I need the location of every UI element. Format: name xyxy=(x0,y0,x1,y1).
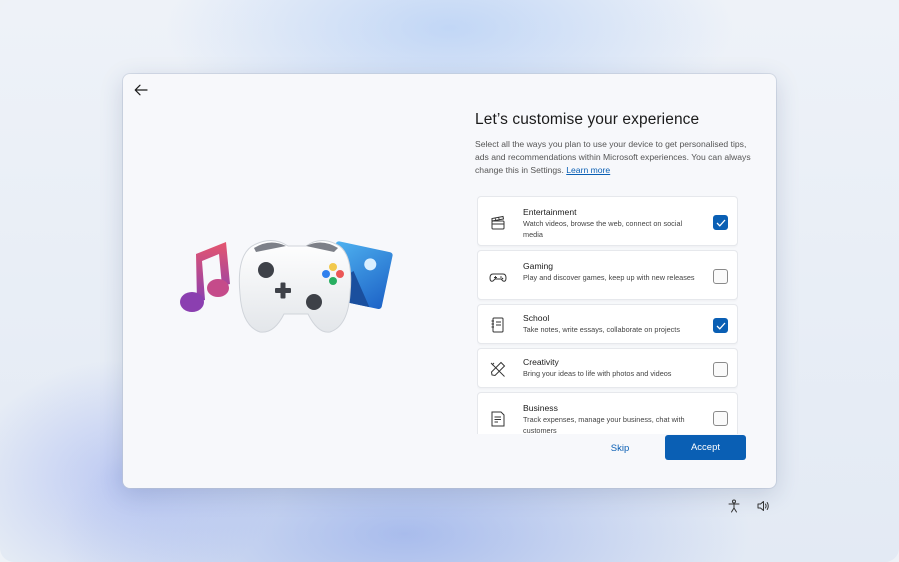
page-title: Let’s customise your experience xyxy=(475,111,700,128)
category-name: School xyxy=(523,313,550,323)
description-text: Select all the ways you plan to use your… xyxy=(475,139,751,175)
category-description: Take notes, write essays, collaborate on… xyxy=(523,325,680,334)
entertainment-checkbox[interactable] xyxy=(713,215,728,230)
skip-button[interactable]: Skip xyxy=(586,436,654,460)
category-description: Bring your ideas to life with photos and… xyxy=(523,369,672,378)
category-card-entertainment[interactable]: Entertainment Watch videos, browse the w… xyxy=(477,196,738,246)
category-description: Watch videos, browse the web, connect on… xyxy=(523,219,683,239)
hero-illustration xyxy=(180,240,393,333)
category-description: Track expenses, manage your business, ch… xyxy=(523,415,685,434)
category-card-gaming[interactable]: Gaming Play and discover games, keep up … xyxy=(477,250,738,300)
music-note-icon xyxy=(180,242,230,312)
category-card-business[interactable]: Business Track expenses, manage your bus… xyxy=(477,392,738,434)
page-description: Select all the ways you plan to use your… xyxy=(475,138,753,177)
category-name: Business xyxy=(523,403,558,413)
gamepad-icon xyxy=(489,273,507,282)
business-checkbox[interactable] xyxy=(713,411,728,426)
category-card-creativity[interactable]: Creativity Bring your ideas to life with… xyxy=(477,348,738,388)
back-arrow-icon xyxy=(134,84,148,96)
category-card-school[interactable]: School Take notes, write essays, collabo… xyxy=(477,304,738,344)
accessibility-icon[interactable] xyxy=(727,499,741,513)
pen-ruler-icon xyxy=(490,361,506,377)
clapperboard-icon xyxy=(491,215,505,230)
checkmark-icon xyxy=(716,219,725,227)
game-controller-icon xyxy=(238,240,352,333)
oobe-screen: Let’s customise your experience Select a… xyxy=(0,0,899,562)
category-name: Gaming xyxy=(523,261,554,271)
notebook-icon xyxy=(491,317,504,333)
volume-icon[interactable] xyxy=(756,499,770,513)
setup-dialog: Let’s customise your experience Select a… xyxy=(123,74,776,488)
school-checkbox[interactable] xyxy=(713,318,728,333)
gaming-checkbox[interactable] xyxy=(713,269,728,284)
checkmark-icon xyxy=(716,322,725,330)
back-button[interactable] xyxy=(130,81,152,99)
accept-button[interactable]: Accept xyxy=(665,435,746,460)
creativity-checkbox[interactable] xyxy=(713,362,728,377)
learn-more-link[interactable]: Learn more xyxy=(566,165,610,175)
category-name: Entertainment xyxy=(523,207,577,217)
category-name: Creativity xyxy=(523,357,559,367)
category-description: Play and discover games, keep up with ne… xyxy=(523,273,695,282)
document-icon xyxy=(491,411,505,427)
category-list: Entertainment Watch videos, browse the w… xyxy=(477,196,738,434)
